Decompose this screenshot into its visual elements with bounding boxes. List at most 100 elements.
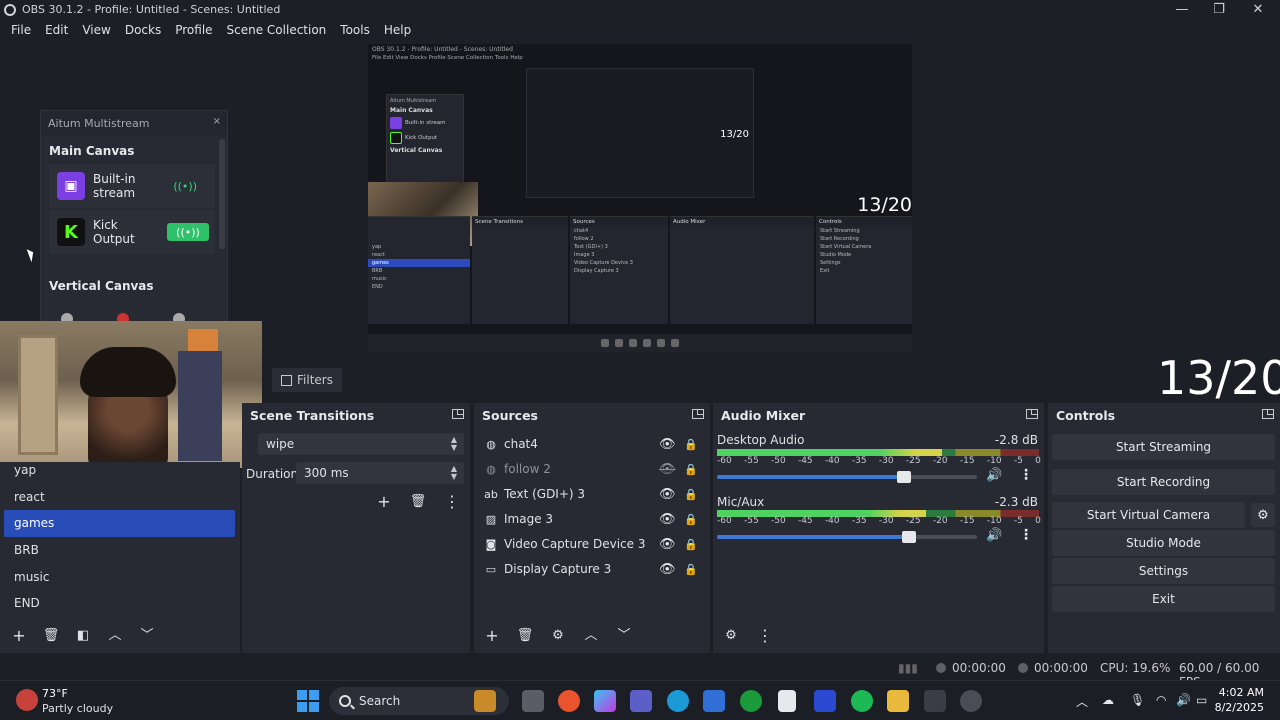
wifi-icon[interactable]: ◠ (1156, 693, 1166, 707)
scene-item-selected[interactable]: games (4, 510, 235, 537)
filters-tab[interactable]: Filters (272, 368, 342, 392)
taskbar-clock[interactable]: 4:02 AM 8/2/2025 (1215, 685, 1264, 715)
scene-item[interactable]: yap (4, 457, 235, 484)
source-item[interactable]: ab Text (GDI+) 3 👁 🔒 (478, 482, 708, 506)
source-item[interactable]: ◙ Video Capture Device 3 👁 🔒 (478, 532, 708, 556)
battery-icon[interactable]: ▭ (1196, 693, 1207, 707)
launcher-l-icon[interactable] (814, 690, 836, 712)
start-recording-button[interactable]: Start Recording (1052, 469, 1275, 495)
menu-docks[interactable]: Docks (118, 23, 168, 37)
multistream-scrollbar[interactable] (219, 139, 225, 249)
microphone-icon[interactable]: 🎙 (1130, 693, 1145, 707)
store-icon[interactable] (703, 690, 725, 712)
eye-icon[interactable]: 👁 (659, 437, 676, 452)
close-button[interactable]: ✕ (1238, 0, 1278, 19)
kebab-menu-icon[interactable]: ⋮ (1019, 467, 1033, 483)
volume-icon[interactable]: 🔊 (1176, 693, 1191, 707)
camera-app-icon[interactable] (924, 690, 946, 712)
desktop-audio-volume-slider[interactable] (717, 471, 977, 483)
virtual-camera-gear-icon[interactable]: ⚙ (1251, 503, 1275, 527)
kebab-menu-icon[interactable]: ⋮ (1019, 527, 1033, 543)
settings-button[interactable]: Settings (1052, 558, 1275, 584)
remove-source-icon[interactable]: 🗑 (516, 627, 534, 645)
advanced-audio-gear-icon[interactable]: ⚙ (722, 627, 740, 645)
source-item[interactable]: ▭ Display Capture 3 👁 🔒 (478, 557, 708, 581)
app-icon[interactable] (558, 690, 580, 712)
broadcast-icon[interactable]: ((•)) (173, 180, 197, 193)
menu-file[interactable]: File (4, 23, 38, 37)
undock-icon[interactable] (1026, 409, 1038, 419)
volume-thumb[interactable] (897, 471, 912, 483)
undock-icon[interactable] (692, 409, 704, 419)
menu-help[interactable]: Help (377, 23, 418, 37)
start-streaming-button[interactable]: Start Streaming (1052, 434, 1275, 460)
mic-aux-volume-slider[interactable] (717, 531, 977, 543)
windows-start-icon[interactable] (297, 690, 319, 712)
eye-hidden-icon[interactable]: 👁 (659, 462, 676, 477)
lock-icon[interactable]: 🔒 (684, 513, 698, 526)
undock-icon[interactable] (1262, 409, 1274, 419)
move-up-icon[interactable]: ︿ (106, 627, 124, 645)
exit-button[interactable]: Exit (1052, 586, 1275, 612)
edge-icon[interactable] (667, 690, 689, 712)
minimize-button[interactable]: — (1162, 0, 1202, 19)
updown-icon[interactable]: ▲ ▼ (451, 465, 457, 481)
copilot-icon[interactable] (594, 690, 616, 712)
preview-canvas[interactable]: OBS 30.1.2 - Profile: Untitled - Scenes:… (368, 44, 912, 352)
scene-item[interactable]: END (4, 590, 235, 617)
lock-icon[interactable]: 🔒 (684, 563, 698, 576)
move-down-icon[interactable]: ﹀ (615, 627, 633, 645)
add-transition-icon[interactable]: + (375, 493, 393, 511)
maximize-button[interactable]: ❐ (1199, 0, 1239, 19)
menu-profile[interactable]: Profile (168, 23, 219, 37)
source-properties-gear-icon[interactable]: ⚙ (549, 627, 567, 645)
source-item[interactable]: ◍ follow 2 👁 🔒 (478, 457, 708, 481)
remove-transition-icon[interactable]: 🗑 (409, 493, 427, 511)
lock-icon[interactable]: 🔒 (684, 463, 698, 476)
menu-edit[interactable]: Edit (38, 23, 75, 37)
speaker-icon[interactable]: 🔊 (986, 468, 1002, 483)
notepad-icon[interactable] (778, 690, 796, 712)
move-down-icon[interactable]: ﹀ (138, 627, 156, 645)
start-virtual-camera-button[interactable]: Start Virtual Camera (1052, 502, 1245, 528)
file-explorer-icon[interactable] (887, 690, 909, 712)
source-item[interactable]: ▨ Image 3 👁 🔒 (478, 507, 708, 531)
source-item[interactable]: ◍ chat4 👁 🔒 (478, 432, 708, 456)
multistream-close-button[interactable]: × (213, 116, 221, 127)
output-builtin-stream[interactable]: ▣ Built-in stream ((•)) (49, 164, 215, 208)
add-scene-icon[interactable]: + (10, 627, 28, 645)
lock-icon[interactable]: 🔒 (684, 488, 698, 501)
duration-spinbox[interactable]: 300 ms ▲ ▼ (296, 462, 464, 484)
scene-filters-icon[interactable]: ◧ (74, 627, 92, 645)
lock-icon[interactable]: 🔒 (684, 538, 698, 551)
add-source-icon[interactable]: + (483, 627, 501, 645)
eye-icon[interactable]: 👁 (659, 537, 676, 552)
spotify-icon[interactable] (851, 690, 873, 712)
volume-thumb[interactable] (902, 531, 917, 543)
scene-item[interactable]: music (4, 563, 235, 590)
menu-tools[interactable]: Tools (333, 23, 377, 37)
remove-scene-icon[interactable]: 🗑 (42, 627, 60, 645)
obs-taskbar-icon[interactable] (960, 690, 982, 712)
menu-scene-collection[interactable]: Scene Collection (220, 23, 334, 37)
tray-cloud-icon[interactable]: ☁ (1102, 693, 1114, 707)
sunflower-widget-icon[interactable] (474, 690, 496, 712)
eye-icon[interactable]: 👁 (659, 487, 676, 502)
tray-chevron-icon[interactable]: ︿ (1076, 693, 1088, 710)
scene-item[interactable]: BRB (4, 537, 235, 564)
move-up-icon[interactable]: ︿ (582, 627, 600, 645)
task-view-icon[interactable] (522, 690, 544, 712)
eye-icon[interactable]: 👁 (659, 512, 676, 527)
undock-icon[interactable] (452, 409, 464, 419)
transition-menu-icon[interactable]: ⋮ (443, 493, 461, 511)
speaker-icon[interactable]: 🔊 (986, 528, 1002, 543)
studio-mode-button[interactable]: Studio Mode (1052, 530, 1275, 556)
scene-item[interactable]: react (4, 484, 235, 511)
menu-view[interactable]: View (75, 23, 117, 37)
lock-icon[interactable]: 🔒 (684, 438, 698, 451)
broadcast-active-button[interactable]: ((•)) (167, 223, 209, 241)
teams-icon[interactable] (630, 690, 652, 712)
output-kick[interactable]: K Kick Output ((•)) (49, 210, 215, 254)
transition-select[interactable]: wipe ▲ ▼ (258, 433, 464, 455)
mixer-menu-icon[interactable]: ⋮ (756, 627, 774, 645)
